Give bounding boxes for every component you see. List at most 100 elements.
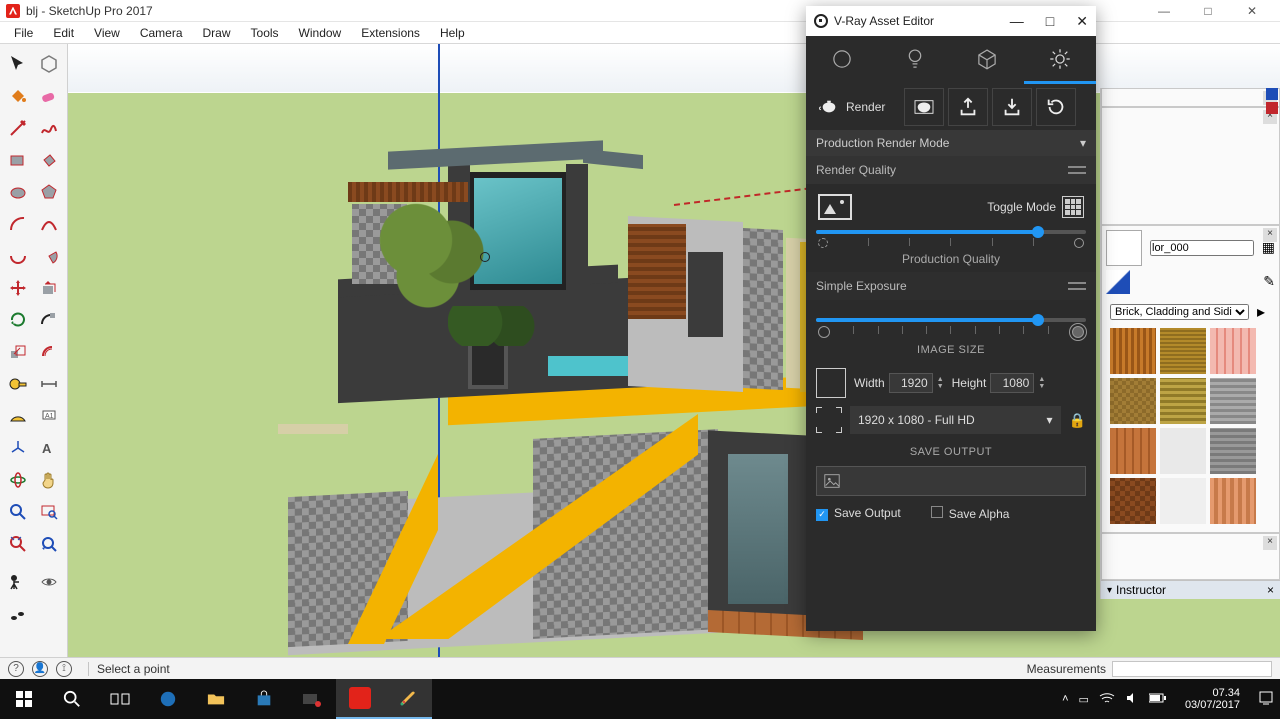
material-swatch[interactable] [1160, 328, 1206, 374]
width-input[interactable] [889, 373, 933, 393]
rotated-rectangle-tool[interactable] [35, 146, 63, 174]
close-button[interactable]: ✕ [1076, 13, 1088, 30]
material-category-select[interactable]: Brick, Cladding and Siding [1110, 304, 1249, 320]
exposure-slider[interactable] [806, 300, 1096, 340]
eraser-tool[interactable] [35, 82, 63, 110]
menu-help[interactable]: Help [432, 24, 473, 42]
material-swatch[interactable] [1210, 478, 1256, 524]
material-swatch[interactable] [1160, 378, 1206, 424]
axes-tool[interactable] [4, 434, 32, 462]
push-pull-tool[interactable] [35, 274, 63, 302]
zoom-window-tool[interactable] [35, 498, 63, 526]
render-mode-select[interactable]: Production Render Mode ▾ [806, 130, 1096, 156]
width-spinner[interactable]: ▲▼ [937, 376, 944, 390]
height-input[interactable] [990, 373, 1034, 393]
panel-close-icon[interactable]: × [1267, 583, 1274, 597]
menu-view[interactable]: View [86, 24, 128, 42]
tab-materials[interactable] [806, 36, 879, 84]
import-button[interactable] [992, 88, 1032, 126]
tray-battery-icon[interactable] [1149, 693, 1167, 706]
start-button[interactable] [0, 679, 48, 719]
taskbar-app-edge[interactable] [144, 679, 192, 719]
section-plane-tool[interactable] [35, 600, 63, 628]
reset-button[interactable] [1036, 88, 1076, 126]
previous-view-tool[interactable] [35, 530, 63, 558]
material-swatch[interactable] [1160, 428, 1206, 474]
three-point-arc-tool[interactable] [4, 242, 32, 270]
material-name-field[interactable] [1150, 240, 1254, 256]
panel-close-icon[interactable]: × [1263, 536, 1277, 550]
material-swatch[interactable] [1110, 328, 1156, 374]
menu-window[interactable]: Window [291, 24, 350, 42]
zoom-extents-tool[interactable] [4, 530, 32, 558]
tab-lights[interactable] [879, 36, 952, 84]
quality-slider[interactable] [806, 224, 1096, 250]
search-button[interactable] [48, 679, 96, 719]
orbit-tool[interactable] [4, 466, 32, 494]
zoom-tool[interactable] [4, 498, 32, 526]
scale-tool[interactable] [4, 338, 32, 366]
taskbar-clock[interactable]: 07.34 03/07/2017 [1177, 687, 1248, 711]
dimension-tool[interactable] [35, 370, 63, 398]
paint-bucket-tool[interactable] [4, 82, 32, 110]
close-button[interactable]: ✕ [1230, 4, 1274, 18]
interactive-render-button[interactable] [904, 88, 944, 126]
height-spinner[interactable]: ▲▼ [1038, 376, 1045, 390]
menu-edit[interactable]: Edit [45, 24, 82, 42]
rotate-tool[interactable] [4, 306, 32, 334]
arc-tool[interactable] [4, 210, 32, 238]
toggle-mode-icon[interactable] [1062, 196, 1084, 218]
save-alpha-checkbox[interactable]: Save Alpha [931, 506, 1010, 521]
tab-geometry[interactable] [951, 36, 1024, 84]
simple-exposure-header[interactable]: Simple Exposure [806, 272, 1096, 300]
line-tool[interactable] [4, 114, 32, 142]
render-quality-header[interactable]: Render Quality [806, 156, 1096, 184]
person-icon[interactable]: 👤 [32, 661, 48, 677]
tray-header[interactable]: × [1101, 88, 1280, 107]
taskbar-app-explorer[interactable] [192, 679, 240, 719]
taskbar-app-sketchup[interactable] [336, 679, 384, 719]
pin-icon[interactable] [1266, 88, 1278, 100]
instructor-header[interactable]: ▾Instructor× [1101, 580, 1280, 599]
entity-info-panel[interactable]: × [1101, 107, 1280, 225]
pin-icon[interactable] [1266, 102, 1278, 114]
safe-frame-icon[interactable] [816, 407, 842, 433]
taskbar-app-store[interactable] [240, 679, 288, 719]
eyedropper-icon[interactable]: ✎ [1263, 273, 1275, 290]
follow-me-tool[interactable] [35, 306, 63, 334]
taskbar-app-camera[interactable] [288, 679, 336, 719]
move-tool[interactable] [4, 274, 32, 302]
maximize-button[interactable]: □ [1046, 13, 1054, 30]
save-path-field[interactable] [816, 466, 1086, 496]
minimize-button[interactable]: — [1142, 4, 1186, 18]
material-swatch[interactable] [1110, 478, 1156, 524]
minimize-button[interactable]: — [1010, 13, 1024, 30]
look-around-tool[interactable] [35, 568, 63, 596]
menu-tools[interactable]: Tools [243, 24, 287, 42]
help-icon[interactable]: ? [8, 661, 24, 677]
vray-titlebar[interactable]: V-Ray Asset Editor — □ ✕ [806, 6, 1096, 36]
menu-draw[interactable]: Draw [195, 24, 239, 42]
text-tool[interactable]: A1 [35, 402, 63, 430]
pan-tool[interactable] [35, 466, 63, 494]
menu-file[interactable]: File [6, 24, 41, 42]
material-swatch[interactable] [1160, 478, 1206, 524]
aspect-ratio-icon[interactable] [816, 368, 846, 398]
taskbar-app-paint[interactable] [384, 679, 432, 719]
lock-icon[interactable]: 🔒 [1069, 412, 1086, 429]
rectangle-tool[interactable] [4, 146, 32, 174]
tab-settings[interactable] [1024, 36, 1097, 84]
task-view-button[interactable] [96, 679, 144, 719]
position-camera-tool[interactable] [4, 568, 32, 596]
select-tool[interactable] [4, 50, 32, 78]
render-button[interactable]: Render [812, 88, 900, 126]
pie-tool[interactable] [35, 242, 63, 270]
circle-tool[interactable] [4, 178, 32, 206]
notifications-icon[interactable] [1258, 690, 1274, 709]
measurements-input[interactable] [1112, 661, 1272, 677]
polygon-tool[interactable] [35, 178, 63, 206]
maximize-button[interactable]: □ [1186, 4, 1230, 18]
tape-measure-tool[interactable] [4, 370, 32, 398]
details-icon[interactable]: ▸ [1257, 302, 1265, 322]
make-component-tool[interactable] [35, 50, 63, 78]
